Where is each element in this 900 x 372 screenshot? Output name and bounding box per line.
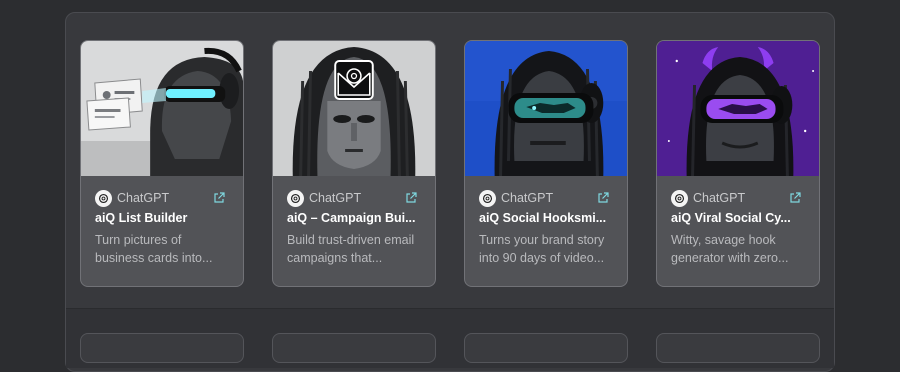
source-label: ChatGPT xyxy=(117,191,170,205)
card-description: Turns your brand story into 90 days of vi… xyxy=(479,233,605,265)
card-title[interactable]: aiQ – Campaign Bui... xyxy=(287,211,421,225)
chatgpt-logo-icon xyxy=(671,189,688,207)
card-thumbnail xyxy=(465,41,627,176)
card-title[interactable]: aiQ List Builder xyxy=(95,211,229,225)
card-description: Turn pictures of business cards into... xyxy=(95,233,213,265)
card-thumbnail xyxy=(81,41,243,176)
next-row-card[interactable] xyxy=(656,333,820,363)
chatgpt-logo-icon xyxy=(95,189,112,207)
chatgpt-logo-icon xyxy=(479,189,496,207)
card-description: Witty, savage hook generator with zero... xyxy=(671,233,789,265)
gpt-card-social-hooksmith[interactable]: ChatGPT aiQ Social Hooksmi... Turns your… xyxy=(464,40,628,287)
card-description: Build trust-driven email campaigns that..… xyxy=(287,233,415,265)
next-row-card[interactable] xyxy=(464,333,628,363)
card-title[interactable]: aiQ Viral Social Cy... xyxy=(671,211,805,225)
next-row-card[interactable] xyxy=(80,333,244,363)
source-label: ChatGPT xyxy=(693,191,746,205)
card-thumbnail xyxy=(657,41,819,176)
external-link-icon[interactable] xyxy=(789,192,801,204)
next-row-card[interactable] xyxy=(272,333,436,363)
gpt-card-list-builder[interactable]: ChatGPT aiQ List Builder Turn pictures o… xyxy=(80,40,244,287)
gpt-card-viral-social[interactable]: ChatGPT aiQ Viral Social Cy... Witty, sa… xyxy=(656,40,820,287)
card-title[interactable]: aiQ Social Hooksmi... xyxy=(479,211,613,225)
source-label: ChatGPT xyxy=(309,191,362,205)
external-link-icon[interactable] xyxy=(597,192,609,204)
chatgpt-logo-icon xyxy=(287,189,304,207)
card-thumbnail xyxy=(273,41,435,176)
source-label: ChatGPT xyxy=(501,191,554,205)
gpt-card-campaign-builder[interactable]: ChatGPT aiQ – Campaign Bui... Build trus… xyxy=(272,40,436,287)
external-link-icon[interactable] xyxy=(405,192,417,204)
external-link-icon[interactable] xyxy=(213,192,225,204)
